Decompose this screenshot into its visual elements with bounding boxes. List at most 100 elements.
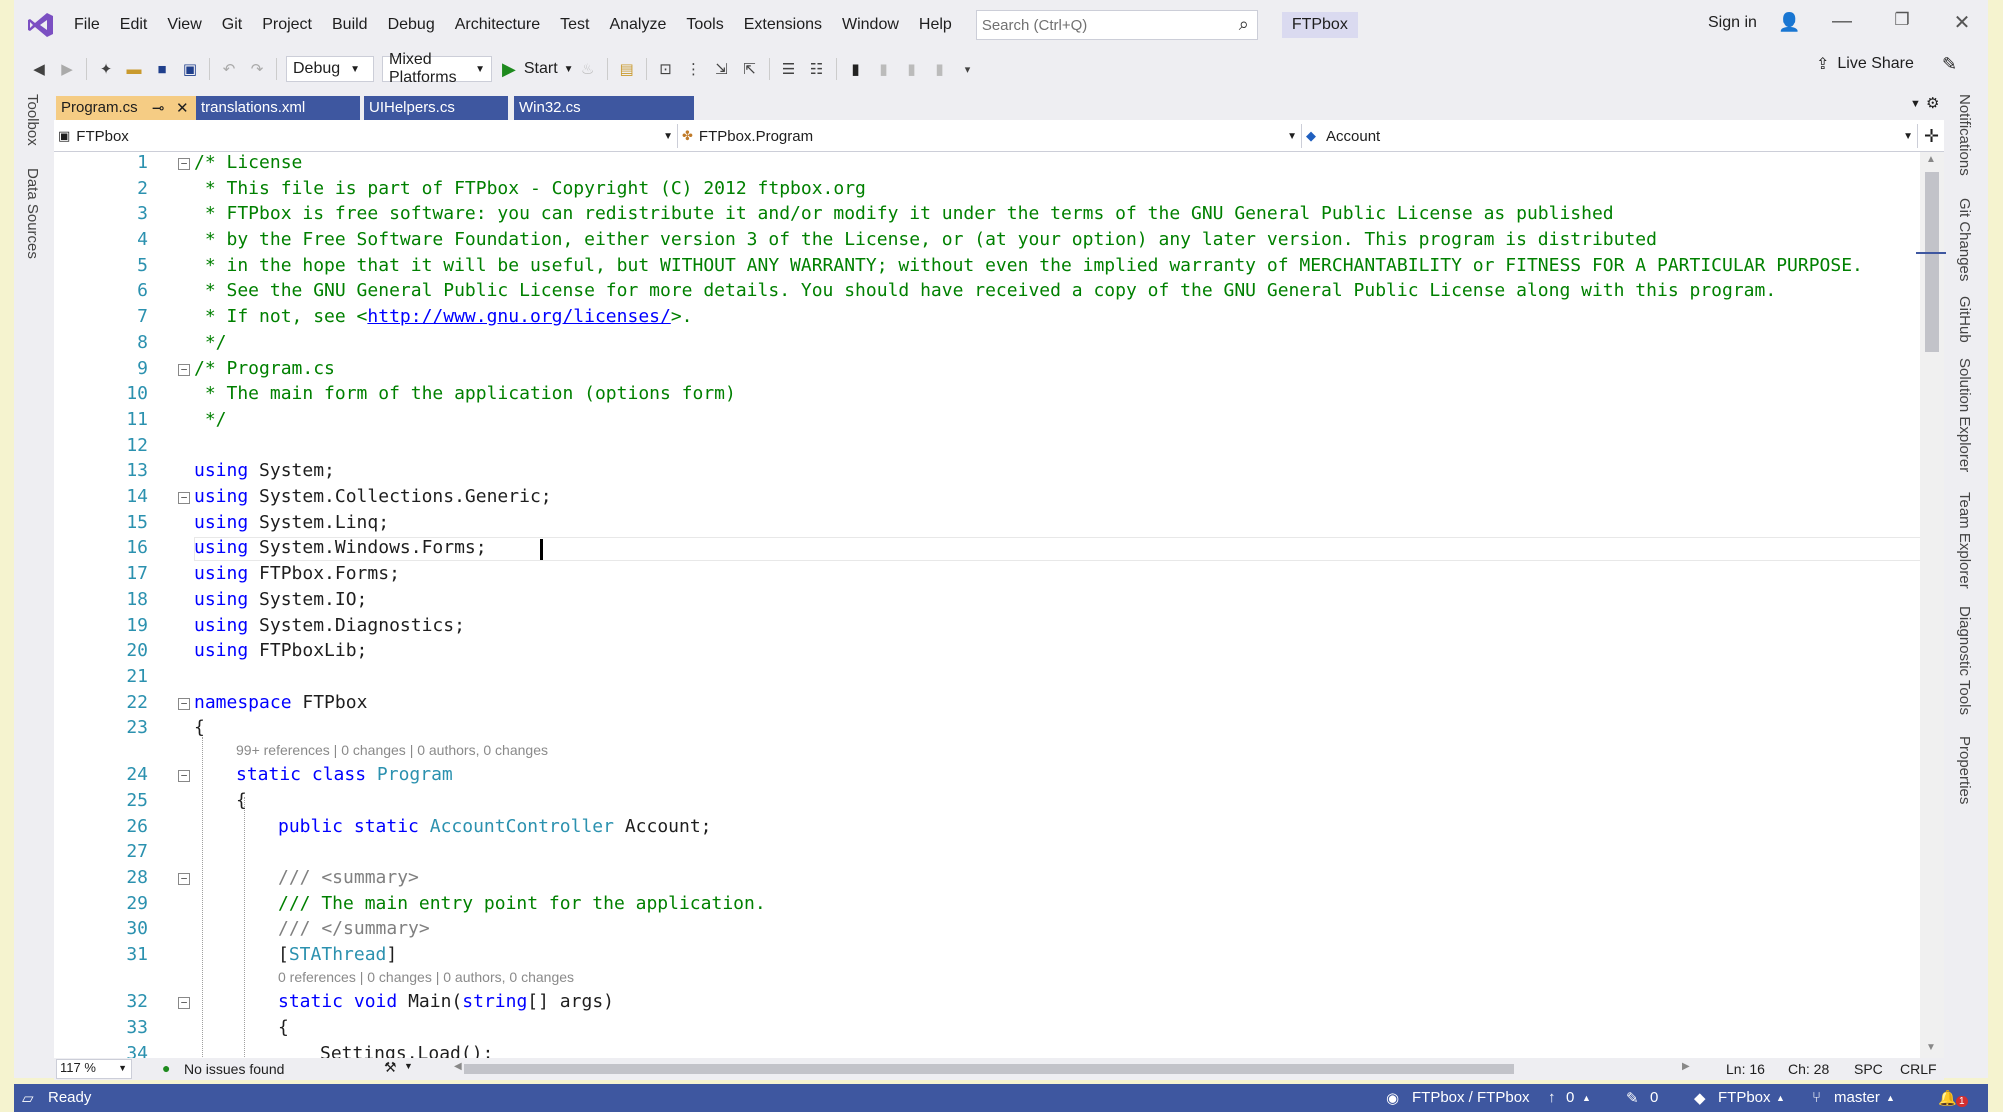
- settings-gear-icon[interactable]: ⚙: [1926, 94, 1939, 112]
- clear-bookmarks-icon[interactable]: ▮: [929, 58, 951, 80]
- menu-window[interactable]: Window: [832, 0, 909, 50]
- tab-program-cs[interactable]: Program.cs ⊸ ✕: [56, 96, 196, 120]
- step-into-icon[interactable]: ⇲: [711, 58, 733, 80]
- tab-win32-cs[interactable]: Win32.cs: [514, 96, 694, 120]
- step-over-icon[interactable]: ⇱: [739, 58, 761, 80]
- restore-icon[interactable]: ❐: [1882, 10, 1922, 30]
- code-editor[interactable]: 1 2 3 4 5 6 7 8 9 10 11 12 13 14 15 16 1…: [54, 152, 1924, 1058]
- browser-link-icon[interactable]: ⊡: [655, 58, 677, 80]
- back-icon[interactable]: ◀: [28, 58, 50, 80]
- zoom-dropdown[interactable]: 117 % ▼: [56, 1059, 132, 1079]
- toolbox-tab[interactable]: Toolbox: [24, 94, 41, 146]
- uncomment-icon[interactable]: ☷: [806, 58, 828, 80]
- menu-debug[interactable]: Debug: [378, 0, 445, 50]
- visual-studio-logo-icon[interactable]: [26, 10, 56, 40]
- forward-icon[interactable]: ▶: [56, 58, 78, 80]
- open-file-icon[interactable]: ▬: [123, 58, 145, 80]
- collapse-region-icon[interactable]: −: [178, 873, 190, 885]
- chevron-up-icon[interactable]: ▲: [1776, 1093, 1785, 1103]
- project-dropdown[interactable]: ▣ FTPbox ▼: [58, 124, 678, 148]
- branch-name[interactable]: master: [1834, 1089, 1880, 1106]
- line-ending-indicator[interactable]: CRLF: [1900, 1061, 1937, 1077]
- collapse-region-icon[interactable]: −: [178, 770, 190, 782]
- collapse-region-icon[interactable]: −: [178, 997, 190, 1009]
- next-bookmark-icon[interactable]: ▮: [901, 58, 923, 80]
- configuration-dropdown[interactable]: Debug ▼: [286, 56, 374, 82]
- repository-name[interactable]: FTPbox / FTPbox: [1412, 1089, 1530, 1106]
- codelens-info[interactable]: 99+ references | 0 changes | 0 authors, …: [236, 742, 548, 758]
- menu-tools[interactable]: Tools: [676, 0, 733, 50]
- vertical-scrollbar[interactable]: ▲ ▼: [1916, 152, 1946, 1058]
- chevron-down-icon[interactable]: ▼: [404, 1061, 413, 1071]
- menu-build[interactable]: Build: [322, 0, 378, 50]
- github-tab[interactable]: GitHub: [1956, 296, 1973, 343]
- notifications-tab[interactable]: Notifications: [1956, 94, 1973, 176]
- scroll-up-icon[interactable]: ▲: [1926, 154, 1936, 165]
- tab-uihelpers-cs[interactable]: UIHelpers.cs: [364, 96, 508, 120]
- chevron-up-icon[interactable]: ▲: [1886, 1093, 1895, 1103]
- live-share-button[interactable]: ⇪ Live Share: [1816, 54, 1914, 74]
- issues-status[interactable]: No issues found: [184, 1061, 284, 1077]
- line-indicator[interactable]: Ln: 16: [1726, 1061, 1765, 1077]
- github-icon[interactable]: ◉: [1386, 1089, 1399, 1107]
- feedback-icon[interactable]: ✎: [1942, 54, 1957, 75]
- properties-tab[interactable]: Properties: [1956, 736, 1973, 804]
- prev-bookmark-icon[interactable]: ▮: [873, 58, 895, 80]
- scroll-right-icon[interactable]: ▶: [1682, 1061, 1690, 1072]
- horizontal-scrollbar-thumb[interactable]: [464, 1064, 1514, 1074]
- scrollbar-thumb[interactable]: [1925, 172, 1939, 352]
- column-indicator[interactable]: Ch: 28: [1788, 1061, 1829, 1077]
- close-window-icon[interactable]: ✕: [1942, 10, 1982, 35]
- close-icon[interactable]: ✕: [176, 99, 189, 117]
- notification-bell-icon[interactable]: 🔔: [1938, 1089, 1957, 1107]
- collapse-region-icon[interactable]: −: [178, 698, 190, 710]
- pencil-icon[interactable]: ✎: [1626, 1089, 1639, 1107]
- bookmark-icon[interactable]: ▮: [845, 58, 867, 80]
- hot-reload-icon[interactable]: ♨: [577, 58, 599, 80]
- menu-project[interactable]: Project: [252, 0, 322, 50]
- team-explorer-tab[interactable]: Team Explorer: [1956, 492, 1973, 589]
- menu-extensions[interactable]: Extensions: [734, 0, 832, 50]
- menu-architecture[interactable]: Architecture: [445, 0, 550, 50]
- solution-explorer-tab[interactable]: Solution Explorer: [1956, 358, 1973, 472]
- minimize-icon[interactable]: —: [1822, 10, 1862, 33]
- license-url-link[interactable]: http://www.gnu.org/licenses/: [367, 306, 670, 327]
- search-icon[interactable]: ⌕: [1239, 14, 1249, 35]
- sign-in-link[interactable]: Sign in: [1708, 14, 1757, 32]
- collapse-region-icon[interactable]: −: [178, 364, 190, 376]
- push-count[interactable]: 0: [1566, 1089, 1574, 1106]
- platform-dropdown[interactable]: Mixed Platforms ▼: [382, 51, 492, 86]
- menu-help[interactable]: Help: [909, 0, 962, 50]
- collapse-region-icon[interactable]: −: [178, 158, 190, 170]
- comment-icon[interactable]: ☰: [778, 58, 800, 80]
- search-input[interactable]: Search (Ctrl+Q) ⌕: [975, 10, 1258, 40]
- pin-icon[interactable]: ⊸: [152, 99, 165, 117]
- chevron-up-icon[interactable]: ▲: [1582, 1093, 1591, 1103]
- codelens-info[interactable]: 0 references | 0 changes | 0 authors, 0 …: [278, 969, 574, 985]
- menu-edit[interactable]: Edit: [110, 0, 158, 50]
- member-dropdown[interactable]: ◆ Account ▼: [1306, 124, 1918, 148]
- diagnostic-tools-tab[interactable]: Diagnostic Tools: [1956, 606, 1973, 715]
- scroll-left-icon[interactable]: ◀: [454, 1061, 462, 1072]
- menu-test[interactable]: Test: [550, 0, 599, 50]
- start-button[interactable]: ▶ Start ▼: [502, 59, 574, 80]
- git-changes-tab[interactable]: Git Changes: [1956, 198, 1973, 281]
- undo-icon[interactable]: ↶: [218, 58, 240, 80]
- whitespace-indicator[interactable]: SPC: [1854, 1061, 1883, 1077]
- project-name[interactable]: FTPbox: [1718, 1089, 1771, 1106]
- solution-config-icon[interactable]: ⋮: [683, 58, 705, 80]
- tab-list-dropdown-icon[interactable]: ▼: [1910, 98, 1921, 110]
- push-arrow-icon[interactable]: ↑: [1548, 1089, 1556, 1106]
- menu-git[interactable]: Git: [212, 0, 252, 50]
- menu-file[interactable]: File: [64, 0, 110, 50]
- cleanup-icon[interactable]: ⚒: [384, 1059, 397, 1076]
- redo-icon[interactable]: ↷: [246, 58, 268, 80]
- account-icon[interactable]: 👤: [1778, 12, 1800, 33]
- new-project-icon[interactable]: ✦: [95, 58, 117, 80]
- pending-edits-count[interactable]: 0: [1650, 1089, 1658, 1106]
- scroll-down-icon[interactable]: ▼: [1926, 1042, 1936, 1053]
- tab-translations-xml[interactable]: translations.xml: [196, 96, 360, 120]
- menu-analyze[interactable]: Analyze: [599, 0, 676, 50]
- split-window-icon[interactable]: ✛: [1924, 126, 1939, 147]
- collapse-region-icon[interactable]: −: [178, 492, 190, 504]
